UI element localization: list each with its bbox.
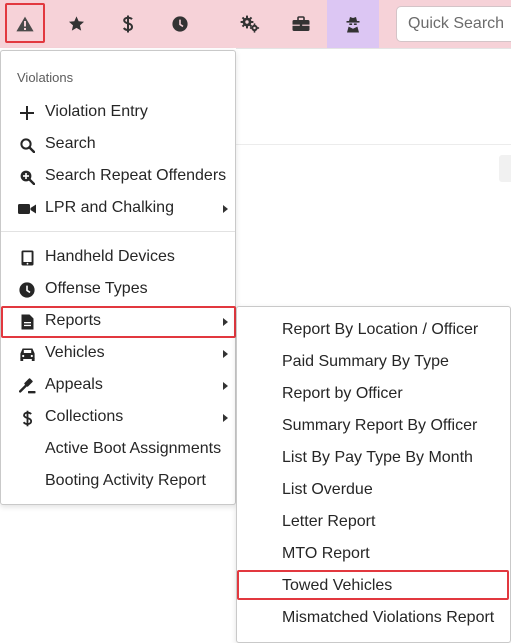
- page-divider: [236, 48, 511, 49]
- violations-menu-button[interactable]: [0, 0, 50, 48]
- menu-item-collections[interactable]: Collections: [1, 402, 235, 434]
- submenu-item-label: MTO Report: [282, 545, 370, 562]
- submenu-item-summary-report-by-officer[interactable]: Summary Report By Officer: [237, 410, 510, 442]
- admin-button[interactable]: [276, 0, 326, 48]
- clock-icon: [18, 282, 36, 298]
- menu-item-reports[interactable]: Reports: [1, 306, 235, 338]
- submenu-item-label: List By Pay Type By Month: [282, 449, 473, 466]
- menu-item-active-boot-assignments[interactable]: Active Boot Assignments: [1, 434, 235, 466]
- plus-icon: [18, 105, 36, 121]
- chevron-right-icon: [223, 350, 228, 358]
- submenu-item-mto-report[interactable]: MTO Report: [237, 538, 510, 570]
- submenu-item-label: Towed Vehicles: [282, 577, 393, 594]
- search-plus-icon: [18, 169, 36, 185]
- payments-button[interactable]: [104, 0, 152, 48]
- menu-item-offense-types[interactable]: Offense Types: [1, 274, 235, 306]
- menu-item-booting-activity-report[interactable]: Booting Activity Report: [1, 466, 235, 498]
- menu-item-label: Violation Entry: [45, 103, 148, 120]
- video-camera-icon: [18, 201, 36, 217]
- page-side-tab: [499, 155, 511, 182]
- gavel-icon: [18, 378, 36, 394]
- menu-item-label: Handheld Devices: [45, 248, 175, 265]
- reports-submenu: Report By Location / Officer Paid Summar…: [236, 306, 511, 643]
- menu-item-violation-entry[interactable]: Violation Entry: [1, 97, 235, 129]
- menu-item-lpr-and-chalking[interactable]: LPR and Chalking: [1, 193, 235, 225]
- submenu-item-label: Mismatched Violations Report: [282, 609, 495, 626]
- menu-header: Violations: [17, 70, 74, 85]
- violations-dropdown-menu: Violations Violation Entry Search Search…: [0, 50, 236, 505]
- menu-item-label: Appeals: [45, 376, 103, 393]
- submenu-item-label: Report by Officer: [282, 385, 403, 402]
- gears-icon: [240, 15, 260, 33]
- settings-button[interactable]: [224, 0, 276, 48]
- briefcase-icon: [292, 16, 310, 32]
- submenu-item-list-by-pay-type-by-month[interactable]: List By Pay Type By Month: [237, 442, 510, 474]
- submenu-item-list-overdue[interactable]: List Overdue: [237, 474, 510, 506]
- quick-search-input[interactable]: [396, 6, 511, 42]
- chevron-right-icon: [223, 205, 228, 213]
- menu-item-vehicles[interactable]: Vehicles: [1, 338, 235, 370]
- submenu-item-mismatched-violations-report[interactable]: Mismatched Violations Report: [237, 602, 510, 634]
- submenu-item-label: Summary Report By Officer: [282, 417, 478, 434]
- menu-item-label: Search: [45, 135, 96, 152]
- tablet-icon: [18, 250, 36, 266]
- content-divider: [236, 144, 511, 145]
- menu-item-label: Vehicles: [45, 344, 105, 361]
- submenu-item-label: Report By Location / Officer: [282, 321, 479, 338]
- chevron-right-icon: [223, 414, 228, 422]
- chevron-right-icon: [223, 382, 228, 390]
- search-icon: [18, 137, 36, 153]
- menu-item-label: Offense Types: [45, 280, 148, 297]
- menu-item-label: Search Repeat Offenders: [45, 167, 227, 184]
- spy-icon: [345, 16, 361, 33]
- dollar-icon: [18, 410, 36, 426]
- menu-item-handheld-devices[interactable]: Handheld Devices: [1, 242, 235, 274]
- menu-item-appeals[interactable]: Appeals: [1, 370, 235, 402]
- submenu-item-label: List Overdue: [282, 481, 373, 498]
- star-icon: [68, 16, 85, 32]
- car-icon: [18, 346, 36, 362]
- file-icon: [18, 314, 36, 330]
- dollar-icon: [122, 15, 134, 33]
- menu-divider: [1, 231, 235, 232]
- chevron-right-icon: [223, 318, 228, 326]
- menu-item-search-repeat-offenders[interactable]: Search Repeat Offenders: [1, 161, 235, 193]
- submenu-item-label: Paid Summary By Type: [282, 353, 449, 370]
- submenu-item-paid-summary-by-type[interactable]: Paid Summary By Type: [237, 346, 510, 378]
- warning-icon: [16, 16, 34, 32]
- menu-item-label: Booting Activity Report: [45, 472, 206, 489]
- menu-item-label: Active Boot Assignments: [45, 440, 222, 457]
- history-button[interactable]: [156, 0, 204, 48]
- submenu-item-letter-report[interactable]: Letter Report: [237, 506, 510, 538]
- menu-item-search[interactable]: Search: [1, 129, 235, 161]
- submenu-item-towed-vehicles[interactable]: Towed Vehicles: [237, 570, 510, 602]
- menu-item-label: LPR and Chalking: [45, 199, 174, 216]
- favorites-button[interactable]: [52, 0, 100, 48]
- enforcement-button[interactable]: [327, 0, 379, 48]
- top-navigation-bar: [0, 0, 511, 48]
- menu-item-label: Reports: [45, 312, 102, 329]
- submenu-item-report-by-officer[interactable]: Report by Officer: [237, 378, 510, 410]
- menu-item-label: Collections: [45, 408, 124, 425]
- submenu-item-label: Letter Report: [282, 513, 376, 530]
- clock-icon: [172, 16, 188, 32]
- submenu-item-report-by-location-officer[interactable]: Report By Location / Officer: [237, 314, 510, 346]
